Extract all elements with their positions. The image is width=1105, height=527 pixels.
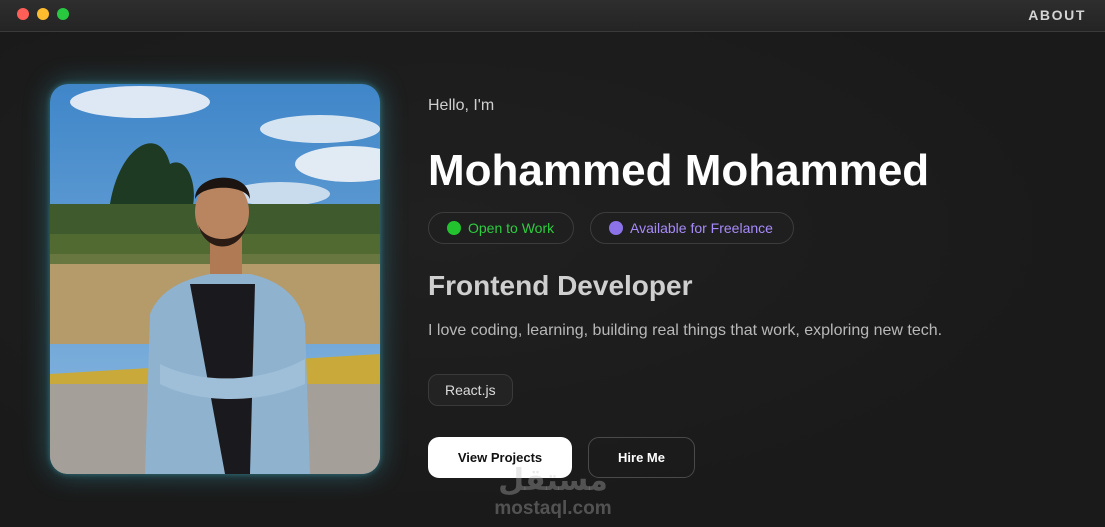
status-dot-icon	[447, 221, 461, 235]
watermark-latin: mostaql.com	[494, 498, 612, 519]
greeting-text: Hello, I'm	[428, 97, 495, 114]
bio-text: I love coding, learning, building real t…	[428, 322, 943, 339]
hero-section: Hello, I'm Mohammed Mohammed Open to Wor…	[0, 32, 1105, 527]
nav-about-link[interactable]: ABOUT	[1028, 7, 1086, 23]
tech-tag: React.js	[428, 374, 513, 406]
hire-me-button[interactable]: Hire Me	[588, 437, 695, 478]
freelance-badge: Available for Freelance	[590, 212, 794, 244]
profile-photo	[50, 84, 380, 474]
minimize-window-button[interactable]	[37, 8, 49, 20]
title-bar: ABOUT	[0, 0, 1105, 32]
close-window-button[interactable]	[17, 8, 29, 20]
profile-name: Mohammed Mohammed	[428, 146, 930, 195]
open-to-work-badge: Open to Work	[428, 212, 574, 244]
role-title: Frontend Developer	[428, 270, 693, 301]
status-dot-icon	[609, 221, 623, 235]
badge-label: Available for Freelance	[630, 220, 773, 236]
app-window: ABOUT Hello, I'm Mohammed Mohammed Open …	[0, 0, 1105, 527]
view-projects-button[interactable]: View Projects	[428, 437, 572, 478]
maximize-window-button[interactable]	[57, 8, 69, 20]
badge-label: Open to Work	[468, 220, 555, 236]
